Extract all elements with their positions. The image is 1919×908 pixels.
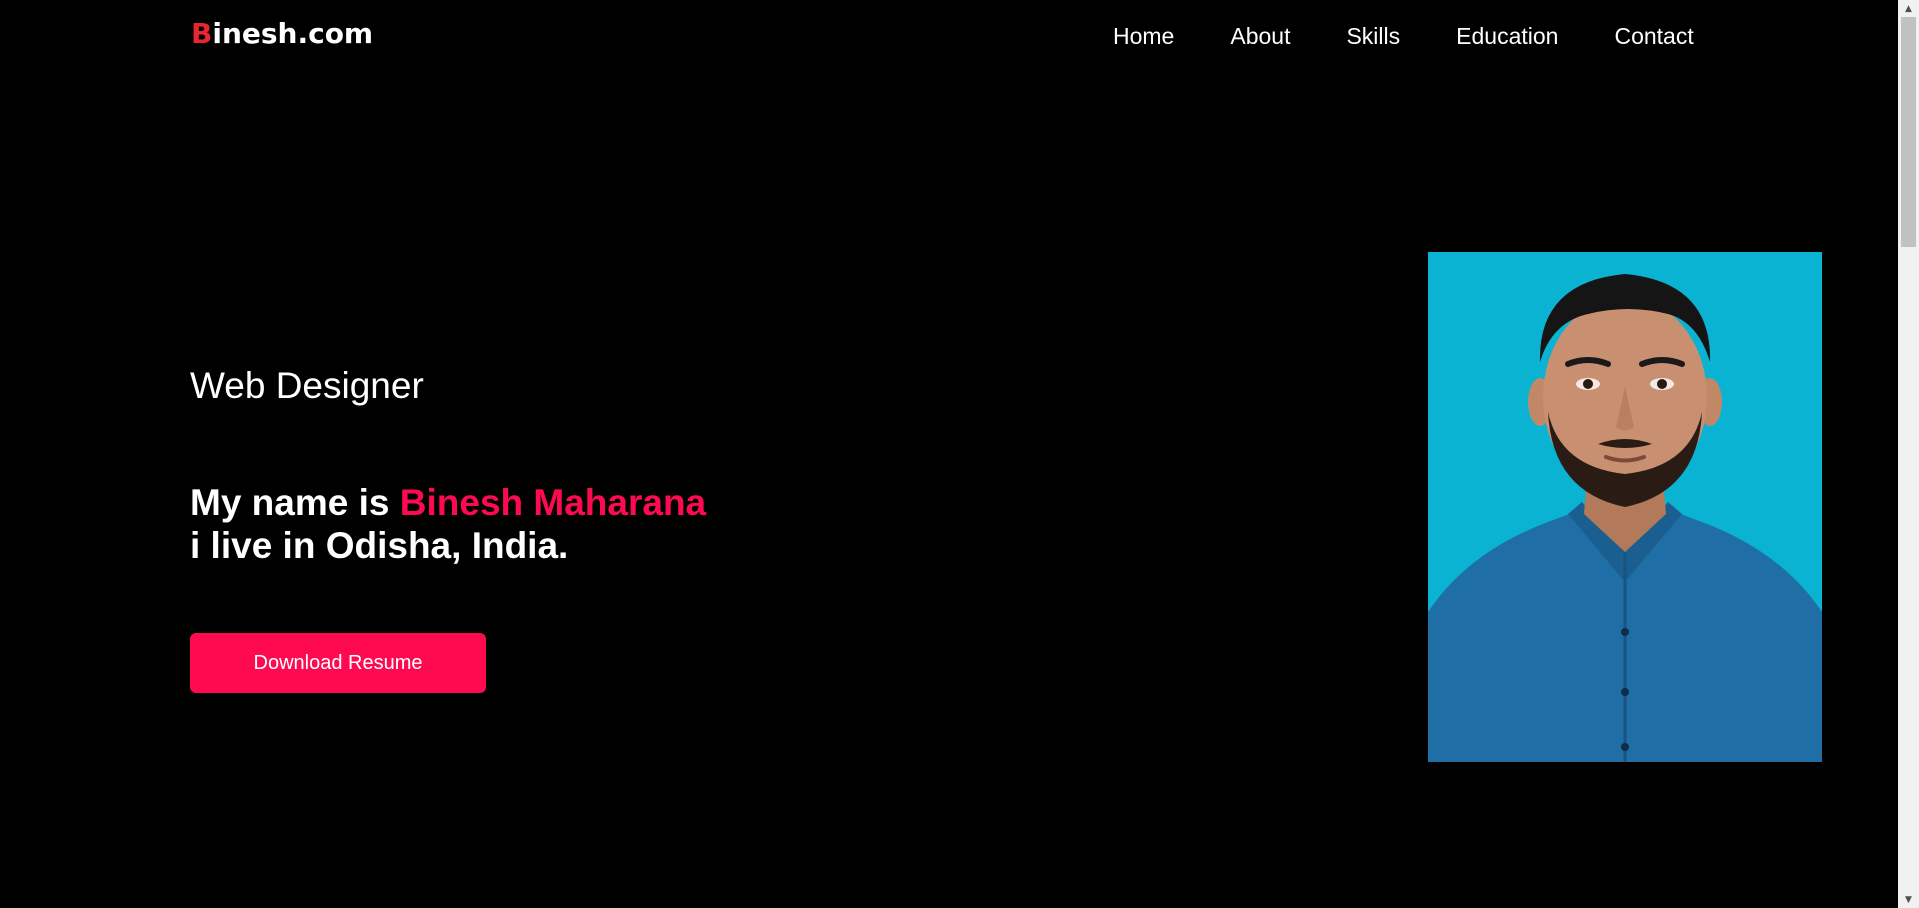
intro-prefix: My name is <box>190 482 400 523</box>
download-resume-button[interactable]: Download Resume <box>190 633 486 693</box>
nav-skills[interactable]: Skills <box>1346 20 1400 52</box>
profile-photo <box>1428 252 1822 762</box>
scroll-thumb[interactable] <box>1901 17 1916 247</box>
page: Binesh.com Home About Skills Education C… <box>0 0 1919 908</box>
triangle-down-icon[interactable]: ▼ <box>1898 891 1919 908</box>
nav-contact[interactable]: Contact <box>1614 20 1693 52</box>
hero-headline: My name is Binesh Maharana i live in Odi… <box>190 481 706 567</box>
portrait-illustration <box>1428 252 1822 762</box>
logo-first-letter: B <box>191 17 213 50</box>
hero-subtitle: Web Designer <box>190 365 424 406</box>
main-nav: Home About Skills Education Contact <box>1113 20 1694 52</box>
logo-rest: inesh.com <box>212 17 374 50</box>
triangle-up-icon[interactable]: ▲ <box>1898 0 1919 17</box>
nav-education[interactable]: Education <box>1456 20 1558 52</box>
vertical-scrollbar[interactable]: ▲ ▼ <box>1898 0 1919 908</box>
site-logo[interactable]: Binesh.com <box>191 14 373 54</box>
intro-name: Binesh Maharana <box>399 482 707 523</box>
intro-location: i live in Odisha, India. <box>190 525 569 566</box>
nav-home[interactable]: Home <box>1113 20 1174 52</box>
nav-about[interactable]: About <box>1230 20 1290 52</box>
